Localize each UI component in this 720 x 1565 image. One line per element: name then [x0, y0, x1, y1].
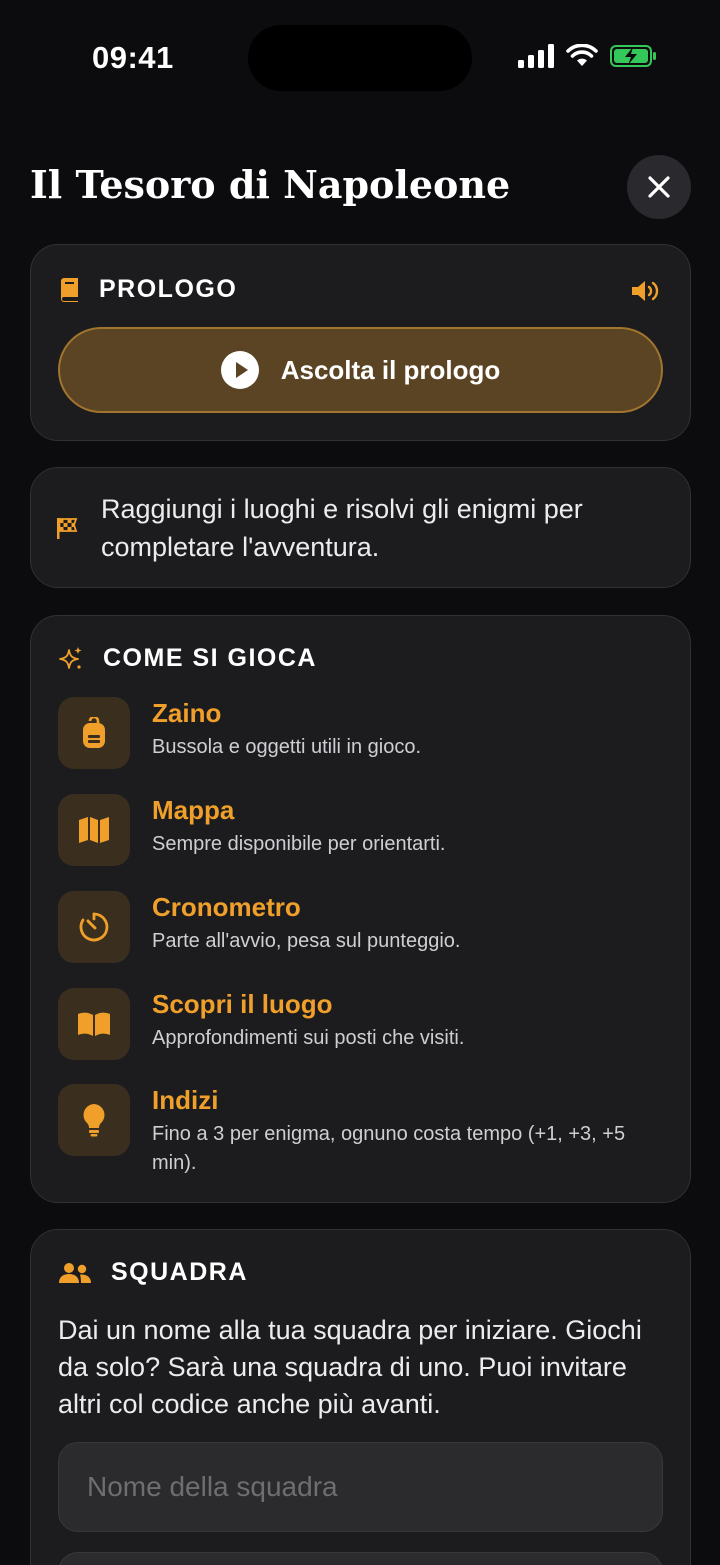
team-name-input[interactable]: [58, 1442, 663, 1532]
feature-body: Scopri il luogo Approfondimenti sui post…: [152, 988, 642, 1053]
dynamic-island: [248, 25, 472, 91]
feature-icon-tile: [58, 891, 130, 963]
screen: 09:41 Il Tesoro di Napoleone PROLOGO Asc…: [0, 0, 720, 1565]
feature-item-indizi: Indizi Fino a 3 per enigma, ognuno costa…: [58, 1084, 642, 1178]
play-icon: [220, 351, 259, 389]
howto-header: COME SI GIOCA: [59, 644, 317, 673]
goal-text: Raggiungi i luoghi e risolvi gli enigmi …: [101, 494, 583, 562]
close-icon: [648, 176, 670, 198]
feature-icon-tile: [58, 794, 130, 866]
feature-title: Mappa: [152, 795, 235, 825]
team-desc: Dai un nome alla tua squadra per iniziar…: [58, 1315, 642, 1419]
sparkles-icon: [59, 646, 82, 669]
status-bar: 09:41: [0, 0, 720, 110]
feature-body: Mappa Sempre disponibile per orientarti.: [152, 794, 642, 859]
status-icons: [518, 44, 658, 68]
feature-item-cronometro: Cronometro Parte all'avvio, pesa sul pun…: [58, 891, 642, 963]
feature-item-zaino: Zaino Bussola e oggetti utili in gioco.: [58, 697, 642, 769]
howto-card: COME SI GIOCA Zaino Bussola e oggetti ut…: [30, 615, 691, 1203]
feature-icon-tile: [58, 988, 130, 1060]
play-prologue-button[interactable]: Ascolta il prologo: [58, 327, 663, 413]
team-title: SQUADRA: [111, 1258, 248, 1286]
goal-card: Raggiungi i luoghi e risolvi gli enigmi …: [30, 467, 691, 588]
prologo-title: PROLOGO: [99, 275, 238, 303]
feature-desc: Fino a 3 per enigma, ognuno costa tempo …: [152, 1123, 626, 1174]
howto-title: COME SI GIOCA: [103, 644, 317, 672]
status-time: 09:41: [92, 40, 174, 75]
checkered-flag-icon: [57, 518, 78, 539]
team-card: SQUADRA Dai un nome alla tua squadra per…: [30, 1229, 691, 1565]
close-button[interactable]: [627, 155, 691, 219]
book-open-icon: [78, 1012, 110, 1036]
book-icon: [61, 277, 78, 302]
timer-icon: [79, 912, 109, 942]
team-action-button[interactable]: [58, 1552, 663, 1565]
feature-title: Cronometro: [152, 892, 301, 922]
cellular-signal-icon: [518, 44, 554, 68]
play-prologue-label: Ascolta il prologo: [280, 354, 501, 385]
feature-icon-tile: [58, 1084, 130, 1156]
feature-desc: Parte all'avvio, pesa sul punteggio.: [152, 930, 461, 952]
feature-body: Zaino Bussola e oggetti utili in gioco.: [152, 697, 642, 762]
feature-title: Scopri il luogo: [152, 989, 333, 1019]
lightbulb-icon: [83, 1104, 105, 1137]
feature-title: Indizi: [152, 1085, 219, 1115]
map-icon: [79, 817, 109, 843]
feature-desc: Bussola e oggetti utili in gioco.: [152, 736, 422, 758]
feature-body: Cronometro Parte all'avvio, pesa sul pun…: [152, 891, 642, 956]
backpack-icon: [83, 717, 105, 748]
battery-charging-icon: [610, 45, 656, 67]
feature-body: Indizi Fino a 3 per enigma, ognuno costa…: [152, 1084, 642, 1178]
feature-icon-tile: [58, 697, 130, 769]
users-icon: [59, 1262, 91, 1283]
speaker-icon[interactable]: [630, 279, 660, 303]
feature-item-scopri: Scopri il luogo Approfondimenti sui post…: [58, 988, 642, 1060]
wifi-icon: [566, 44, 598, 66]
feature-desc: Sempre disponibile per orientarti.: [152, 833, 446, 855]
feature-title: Zaino: [152, 698, 222, 728]
prologo-card: PROLOGO Ascolta il prologo: [30, 244, 691, 441]
feature-item-mappa: Mappa Sempre disponibile per orientarti.: [58, 794, 642, 866]
team-header: SQUADRA: [59, 1258, 248, 1287]
feature-desc: Approfondimenti sui posti che visiti.: [152, 1027, 465, 1049]
prologo-header: PROLOGO: [59, 275, 237, 304]
page-title: Il Tesoro di Napoleone: [30, 162, 511, 207]
